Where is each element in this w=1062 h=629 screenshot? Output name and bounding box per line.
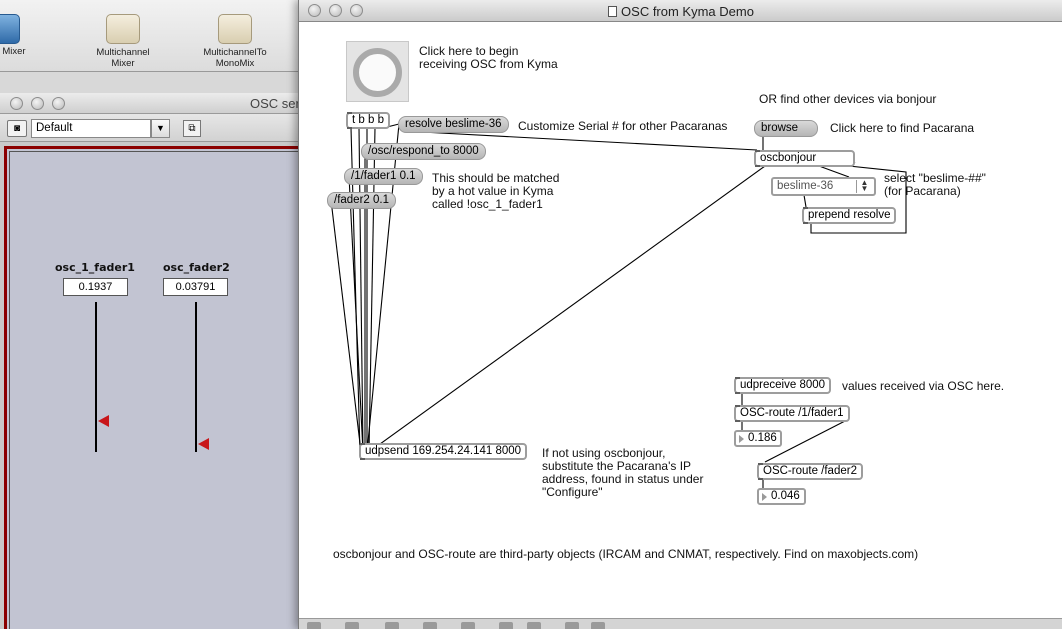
window-icon[interactable] (499, 622, 513, 629)
object-udpsend[interactable]: udpsend 169.254.24.141 8000 (359, 443, 528, 460)
patcher-bottom-toolbar (299, 618, 1062, 629)
message-resolve[interactable]: resolve beslime-36 (398, 116, 509, 133)
number-box-fader2[interactable]: 0.046 (757, 488, 806, 505)
fader-value[interactable]: 0.1937 (63, 278, 128, 296)
grid-icon[interactable] (565, 622, 579, 629)
max-window-title-wrap: OSC from Kyma Demo (299, 4, 1062, 19)
object-osc-route-fader1[interactable]: OSC-route /1/fader1 (734, 405, 850, 422)
document-icon (608, 6, 618, 17)
comment-footer: oscbonjour and OSC-route are third-party… (333, 547, 919, 561)
message-fader1[interactable]: /1/fader1 0.1 (344, 168, 423, 185)
multichannel-mixer-icon (106, 14, 140, 44)
comment-substitute: If not using oscbonjour, substitute the … (542, 446, 704, 499)
window-alt-icon[interactable] (527, 622, 541, 629)
object-oscbonjour[interactable]: oscbonjour (754, 150, 855, 167)
max-window-title: OSC from Kyma Demo (621, 4, 754, 19)
camera-icon[interactable]: ◙ (7, 120, 27, 137)
comment-customize: Customize Serial # for other Pacaranas (518, 119, 728, 133)
kyma-toolbar: Mixer Multichannel Mixer MultichannelTo … (0, 0, 300, 72)
number-box-fader1[interactable]: 0.186 (734, 430, 782, 447)
grid-alt-icon[interactable] (591, 622, 605, 629)
device-menu-value: beslime-36 (777, 180, 834, 192)
object-prepend[interactable]: prepend resolve (802, 207, 897, 224)
chevron-down-icon[interactable]: ▼ (151, 119, 170, 138)
tool-multichannel-to-mono[interactable]: MultichannelTo MonoMix (195, 14, 275, 69)
object-udpreceive[interactable]: udpreceive 8000 (734, 377, 832, 394)
comment-received: values received via OSC here. (842, 379, 1005, 393)
object-osc-route-fader2[interactable]: OSC-route /fader2 (757, 463, 863, 480)
zoom-icon[interactable] (52, 97, 65, 110)
comment-begin: Click here to begin receiving OSC from K… (419, 44, 558, 71)
fader-thumb[interactable] (198, 438, 209, 450)
object-trigger[interactable]: t b b b (346, 112, 390, 129)
snapshot-icon[interactable]: ⧉ (183, 120, 201, 137)
lock-icon[interactable] (307, 622, 321, 629)
fader-track[interactable] (95, 302, 97, 452)
start-toggle[interactable] (346, 41, 409, 102)
fader-label: osc_1_fader1 (55, 261, 135, 274)
patch-cords (330, 123, 907, 488)
close-icon[interactable] (10, 97, 23, 110)
comment-hot-value: This should be matched by a hot value in… (432, 171, 560, 211)
message-fader2[interactable]: /fader2 0.1 (327, 192, 396, 209)
patcher-canvas: Click here to begin receiving OSC from K… (299, 0, 1062, 629)
message-respond-to[interactable]: /osc/respond_to 8000 (361, 143, 486, 160)
tool-label: Mixer (2, 46, 26, 57)
device-menu[interactable]: beslime-36 ▲ ▼ (771, 177, 876, 196)
comment-find: Click here to find Pacarana (830, 121, 975, 135)
tool-mixer[interactable]: Mixer (0, 14, 34, 57)
max-window-titlebar[interactable]: OSC from Kyma Demo (299, 0, 1062, 22)
minimize-icon[interactable] (31, 97, 44, 110)
mixer-icon (0, 14, 20, 44)
multichannel-to-mono-icon (218, 14, 252, 44)
stepper-icon[interactable]: ▲ ▼ (856, 179, 872, 193)
toggle-ring-icon (353, 48, 402, 97)
osc-window-toolbar: ◙ Default ▼ ⧉ (0, 114, 300, 142)
max-patcher-window: Click here to begin receiving OSC from K… (298, 0, 1062, 629)
comment-bonjour: OR find other devices via bonjour (759, 92, 937, 106)
fader-track[interactable] (195, 302, 197, 452)
comment-select: select "beslime-##" (for Pacarana) (884, 171, 986, 198)
fader-value[interactable]: 0.03791 (163, 278, 228, 296)
info-icon[interactable] (345, 622, 359, 629)
message-browse[interactable]: browse (754, 120, 818, 137)
osc-window: OSC ser ◙ Default ▼ ⧉ osc_1_fader1 0.193… (0, 93, 300, 629)
osc-window-titlebar[interactable]: OSC ser (0, 93, 300, 114)
check-icon[interactable] (423, 622, 437, 629)
tool-label: Multichannel Mixer (96, 47, 150, 69)
fader-label: osc_fader2 (163, 261, 230, 274)
virtual-control-surface: osc_1_fader1 0.1937 osc_fader2 0.03791 (4, 146, 300, 629)
preset-field[interactable]: Default (31, 119, 151, 138)
move-icon[interactable] (385, 622, 399, 629)
tool-multichannel-mixer[interactable]: Multichannel Mixer (88, 14, 158, 69)
help-icon[interactable] (461, 622, 475, 629)
tool-label: MultichannelTo MonoMix (203, 47, 267, 69)
fader-thumb[interactable] (98, 415, 109, 427)
osc-window-title: OSC ser (250, 96, 300, 111)
